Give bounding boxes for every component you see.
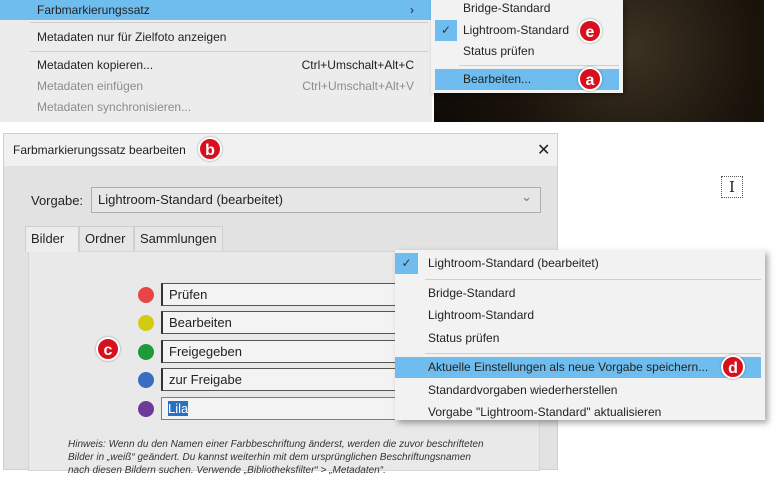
menu-item-label: Metadaten kopieren... — [37, 58, 154, 72]
divider — [425, 279, 761, 280]
chevron-down-icon: ⌄ — [521, 189, 532, 204]
dropdown-item-update-preset[interactable]: Vorgabe "Lightroom-Standard" aktualisier… — [395, 402, 761, 420]
menu-item-label: Lightroom-Standard (bearbeitet) — [428, 256, 599, 270]
hint-text: Hinweis: Wenn du den Namen einer Farbbes… — [68, 438, 518, 477]
shortcut-label: Ctrl+Umschalt+Alt+C — [301, 58, 414, 72]
check-icon: ✓ — [435, 20, 457, 41]
dropdown-item-status-pruefen[interactable]: Status prüfen — [395, 328, 761, 349]
dialog-titlebar: Farbmarkierungssatz bearbeiten ✕ — [4, 134, 557, 166]
dropdown-item-lightroom-bearbeitet[interactable]: ✓ Lightroom-Standard (bearbeitet) — [395, 253, 761, 274]
check-icon: ✓ — [395, 253, 418, 274]
tab-ordner[interactable]: Ordner — [79, 226, 134, 251]
label-input-red[interactable]: Prüfen — [161, 283, 421, 306]
hint-line: Bilder in „weiß“ geändert. Du kannst wei… — [68, 452, 471, 463]
menu-item-farbmarkierungssatz[interactable]: Farbmarkierungssatz › — [0, 0, 432, 20]
color-dot-purple — [138, 401, 154, 417]
color-dot-green — [138, 344, 154, 360]
dropdown-item-lightroom-standard[interactable]: Lightroom-Standard — [395, 305, 761, 326]
color-dot-red — [138, 287, 154, 303]
divider — [30, 22, 428, 23]
shortcut-label: Ctrl+Umschalt+Alt+V — [302, 79, 414, 93]
dropdown-item-bridge-standard[interactable]: Bridge-Standard — [395, 283, 761, 304]
menu-item-metadaten-synchronisieren: Metadaten synchronisieren... — [37, 100, 192, 114]
tab-sammlungen[interactable]: Sammlungen — [134, 226, 223, 251]
text-cursor-icon: I — [721, 176, 743, 198]
color-dot-yellow — [138, 315, 154, 331]
divider — [459, 65, 619, 66]
close-icon[interactable]: ✕ — [537, 140, 550, 160]
menu-item-metadaten-einfuegen: Metadaten einfügen Ctrl+Umschalt+Alt+V — [0, 76, 432, 96]
hint-line: Hinweis: Wenn du den Namen einer Farbbes… — [68, 439, 484, 450]
callout-badge-e: e — [578, 19, 602, 43]
submenu-item-status-pruefen[interactable]: Status prüfen — [435, 41, 619, 62]
label-input-blue[interactable]: zur Freigabe — [161, 368, 421, 391]
callout-badge-d: d — [721, 355, 745, 379]
menu-item-metadaten-kopieren[interactable]: Metadaten kopieren... Ctrl+Umschalt+Alt+C — [0, 55, 432, 75]
chevron-right-icon: › — [410, 3, 414, 17]
menu-item-label: Lightroom-Standard — [463, 23, 570, 37]
divider — [425, 353, 761, 354]
dialog-title: Farbmarkierungssatz bearbeiten — [13, 143, 186, 157]
callout-badge-b: b — [198, 137, 222, 161]
preset-dropdown-list: ✓ Lightroom-Standard (bearbeitet) Bridge-… — [395, 250, 765, 420]
submenu-item-bridge-standard[interactable]: Bridge-Standard — [435, 0, 619, 19]
preset-select[interactable]: Lightroom-Standard (bearbeitet) ⌄ — [91, 187, 541, 213]
menu-item-metadaten-zielfoto[interactable]: Metadaten nur für Zielfoto anzeigen — [0, 27, 432, 47]
label-input-purple[interactable]: Lila — [161, 397, 421, 420]
menu-item-label: Farbmarkierungssatz — [37, 3, 150, 17]
divider — [30, 51, 428, 52]
preset-value: Lightroom-Standard (bearbeitet) — [98, 192, 283, 207]
selected-text: Lila — [168, 401, 189, 416]
dropdown-item-save-new-preset[interactable]: Aktuelle Einstellungen als neue Vorgabe … — [395, 357, 761, 378]
tab-bilder[interactable]: Bilder — [25, 226, 79, 252]
callout-badge-a: a — [578, 67, 602, 91]
context-menu: Farbmarkierungssatz › Metadaten nur für Z… — [0, 0, 432, 122]
dropdown-item-restore-defaults[interactable]: Standardvorgaben wiederherstellen — [395, 380, 761, 401]
callout-badge-c: c — [96, 337, 120, 361]
color-dot-blue — [138, 372, 154, 388]
menu-item-label: Metadaten einfügen — [37, 79, 144, 93]
label-input-yellow[interactable]: Bearbeiten — [161, 311, 421, 334]
label-input-green[interactable]: Freigegeben — [161, 340, 421, 363]
preset-label: Vorgabe: — [31, 193, 84, 208]
hint-line: nach diesen Bildern suchen. Verwende „Bi… — [68, 465, 386, 476]
